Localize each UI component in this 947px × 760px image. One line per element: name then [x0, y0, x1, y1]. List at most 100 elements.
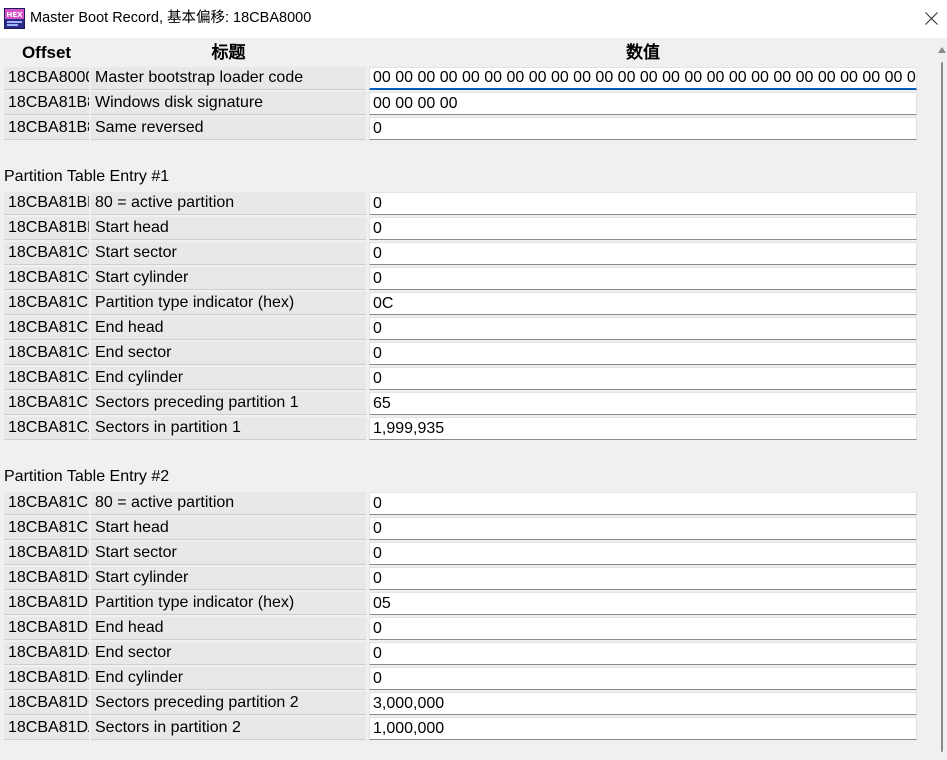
column-header-title: 标题: [211, 43, 246, 62]
value-field[interactable]: 00 00 00 00: [369, 92, 917, 115]
field-name-cell: Start sector: [91, 542, 366, 565]
template-row: 18CBA81C2 Partition type indicator (hex)…: [0, 292, 937, 317]
field-name-cell: End head: [91, 317, 366, 340]
field-name-cell: Start cylinder: [91, 567, 366, 590]
section-label: Partition Table Entry #2: [4, 468, 170, 485]
template-row: 18CBA81C0 Start cylinder 0: [0, 267, 937, 292]
value-field[interactable]: 0: [369, 617, 917, 640]
template-row: 18CBA81CE 80 = active partition 0: [0, 492, 937, 517]
offset-cell: 18CBA81DA: [4, 717, 89, 740]
template-row: 18CBA81C6 Sectors preceding partition 1 …: [0, 392, 937, 417]
offset-cell: 18CBA81D0: [4, 542, 89, 565]
field-name-cell: Same reversed: [91, 117, 366, 140]
value-field[interactable]: 0: [369, 642, 917, 665]
value-field[interactable]: 0: [369, 242, 917, 265]
value-field[interactable]: 0: [369, 342, 917, 365]
template-row: 18CBA81D4 End cylinder 0: [0, 667, 937, 692]
offset-cell: 18CBA81D6: [4, 692, 89, 715]
template-row: 18CBA81B8 Same reversed 0: [0, 117, 937, 142]
close-button[interactable]: [916, 4, 946, 33]
field-name-cell: 80 = active partition: [91, 492, 366, 515]
icon-shape: [7, 21, 22, 23]
value-field[interactable]: 0: [369, 542, 917, 565]
column-header-offset: Offset: [21, 43, 72, 62]
field-name-cell: Sectors preceding partition 2: [91, 692, 366, 715]
field-name-cell: Partition type indicator (hex): [91, 592, 366, 615]
field-name-cell: Partition type indicator (hex): [91, 292, 366, 315]
offset-cell: 18CBA81C4: [4, 342, 89, 365]
template-row: 18CBA81B8 Windows disk signature 00 00 0…: [0, 92, 937, 117]
section-label: Partition Table Entry #1: [4, 168, 170, 185]
value-field[interactable]: 0: [369, 267, 917, 290]
value-field[interactable]: 1,999,935: [369, 417, 917, 440]
value-field[interactable]: 0: [369, 517, 917, 540]
field-name-cell: End sector: [91, 342, 366, 365]
offset-cell: 18CBA81BE: [4, 192, 89, 215]
offset-cell: 18CBA81D4: [4, 667, 89, 690]
offset-cell: 18CBA81C0: [4, 242, 89, 265]
value-field[interactable]: 0: [369, 217, 917, 240]
value-field[interactable]: 00 00 00 00 00 00 00 00 00 00 00 00 00 0…: [369, 67, 917, 90]
window-title: Master Boot Record, 基本偏移: 18CBA8000: [30, 10, 312, 26]
offset-cell: 18CBA81D2: [4, 592, 89, 615]
offset-cell: 18CBA81D0: [4, 567, 89, 590]
vertical-scrollbar[interactable]: [937, 38, 947, 760]
field-name-cell: Start head: [91, 517, 366, 540]
template-row: 18CBA81D4 End sector 0: [0, 642, 937, 667]
template-view: Offset 标题 数值 18CBA8000 Master bootstrap …: [0, 38, 937, 760]
icon-shape: [7, 24, 18, 26]
offset-cell: 18CBA81C3: [4, 317, 89, 340]
value-field[interactable]: 0: [369, 492, 917, 515]
offset-cell: 18CBA81D4: [4, 642, 89, 665]
offset-cell: 18CBA81D3: [4, 617, 89, 640]
field-name-cell: End sector: [91, 642, 366, 665]
app-icon-lettering: HEX: [6, 11, 23, 19]
offset-cell: 18CBA81C2: [4, 292, 89, 315]
template-group-partition-2: Partition Table Entry #2 18CBA81CE 80 = …: [0, 442, 937, 742]
value-field[interactable]: 65: [369, 392, 917, 415]
field-name-cell: Windows disk signature: [91, 92, 366, 115]
value-field[interactable]: 05: [369, 592, 917, 615]
icon-shape: [938, 47, 946, 53]
template-row: 18CBA81D2 Partition type indicator (hex)…: [0, 592, 937, 617]
value-field[interactable]: 0: [369, 117, 917, 140]
field-name-cell: Start head: [91, 217, 366, 240]
template-group-mbr: 18CBA8000 Master bootstrap loader code 0…: [0, 67, 937, 142]
field-name-cell: End cylinder: [91, 367, 366, 390]
field-name-cell: Master bootstrap loader code: [91, 67, 366, 90]
value-field[interactable]: 0: [369, 192, 917, 215]
field-name-cell: Sectors in partition 2: [91, 717, 366, 740]
template-row: 18CBA81CF Start head 0: [0, 517, 937, 542]
offset-cell: 18CBA81C4: [4, 367, 89, 390]
value-field[interactable]: 1,000,000: [369, 717, 917, 740]
value-field[interactable]: 0: [369, 567, 917, 590]
value-field[interactable]: 0: [369, 317, 917, 340]
offset-cell: 18CBA81CF: [4, 517, 89, 540]
section-header: Partition Table Entry #1: [0, 142, 937, 192]
field-name-cell: 80 = active partition: [91, 192, 366, 215]
value-field[interactable]: 0: [369, 367, 917, 390]
template-group-partition-1: Partition Table Entry #1 18CBA81BE 80 = …: [0, 142, 937, 442]
field-name-cell: End cylinder: [91, 667, 366, 690]
field-name-cell: Start cylinder: [91, 267, 366, 290]
value-field[interactable]: 0C: [369, 292, 917, 315]
scrollbar-thumb[interactable]: [941, 62, 943, 752]
scroll-up-arrow-icon[interactable]: [938, 47, 946, 53]
offset-cell: 18CBA81B8: [4, 92, 89, 115]
column-header-row: Offset 标题 数值: [0, 38, 937, 67]
field-name-cell: Sectors in partition 1: [91, 417, 366, 440]
template-row: 18CBA81D0 Start sector 0: [0, 542, 937, 567]
template-row: 18CBA81D3 End head 0: [0, 617, 937, 642]
offset-cell: 18CBA81CA: [4, 417, 89, 440]
offset-cell: 18CBA81BF: [4, 217, 89, 240]
offset-cell: 18CBA81C0: [4, 267, 89, 290]
template-row: 18CBA81BF Start head 0: [0, 217, 937, 242]
column-header-value: 数值: [626, 43, 660, 62]
template-row: 18CBA8000 Master bootstrap loader code 0…: [0, 67, 937, 92]
template-row: 18CBA81C3 End head 0: [0, 317, 937, 342]
title-bar[interactable]: HEX Master Boot Record, 基本偏移: 18CBA8000: [0, 0, 947, 38]
offset-cell: 18CBA81CE: [4, 492, 89, 515]
value-field[interactable]: 0: [369, 667, 917, 690]
value-field[interactable]: 3,000,000: [369, 692, 917, 715]
offset-cell: 18CBA81B8: [4, 117, 89, 140]
